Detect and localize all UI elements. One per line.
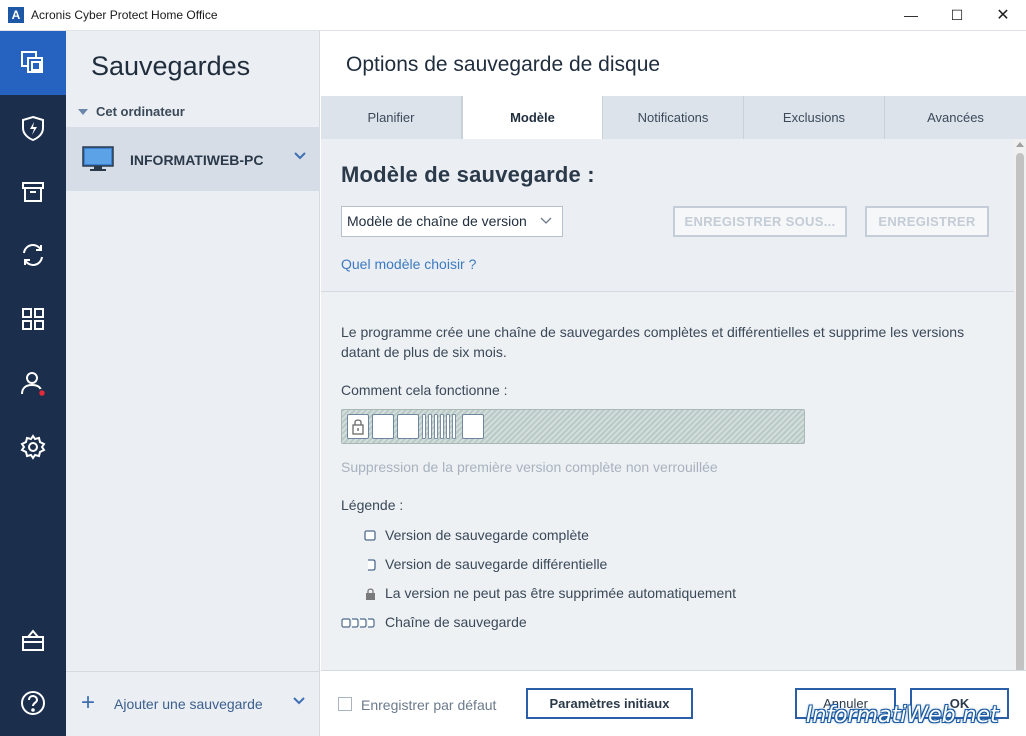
tools-grid-icon xyxy=(22,308,44,330)
save-as-default-checkbox[interactable] xyxy=(338,697,352,711)
scheme-selected-value: Modèle de chaîne de version xyxy=(347,213,527,229)
differential-version-block xyxy=(446,414,450,439)
full-version-icon xyxy=(364,530,376,541)
options-tabs: Planifier Modèle Notifications Exclusion… xyxy=(321,96,1026,139)
rail-item-tools[interactable] xyxy=(0,287,66,351)
vertical-scrollbar[interactable] xyxy=(1014,139,1026,673)
window-title: Acronis Cyber Protect Home Office xyxy=(31,8,218,22)
account-icon xyxy=(21,372,47,397)
section-this-computer[interactable]: Cet ordinateur xyxy=(78,104,185,119)
legend-item: Chaîne de sauvegarde xyxy=(341,613,901,633)
version-chain-diagram xyxy=(341,409,805,444)
collapse-triangle-icon xyxy=(78,108,88,115)
scheme-description: Le programme crée une chaîne de sauvegar… xyxy=(341,324,965,360)
differential-version-block xyxy=(440,414,444,439)
tab-exclusions[interactable]: Exclusions xyxy=(744,96,885,139)
legend-label: La version ne peut pas être supprimée au… xyxy=(385,585,736,601)
archive-icon xyxy=(22,182,44,202)
shield-bolt-icon xyxy=(22,115,44,142)
tab-content: Modèle de sauvegarde : Modèle de chaîne … xyxy=(321,139,1026,673)
settings-gear-icon xyxy=(20,434,46,460)
scroll-up-arrow-icon[interactable] xyxy=(1016,142,1024,147)
initial-settings-button[interactable]: Paramètres initiaux xyxy=(526,688,693,719)
differential-version-icon xyxy=(368,559,376,571)
differential-version-block xyxy=(422,414,426,439)
legend-title: Légende : xyxy=(341,497,404,513)
save-button[interactable]: ENREGISTRER xyxy=(865,206,989,237)
backup-item-machine[interactable]: INFORMATIWEB-PC xyxy=(66,127,320,191)
machine-name: INFORMATIWEB-PC xyxy=(130,152,264,168)
chevron-down-icon[interactable] xyxy=(294,151,306,161)
rail-item-account[interactable] xyxy=(0,351,66,415)
differential-version-block xyxy=(452,414,456,439)
backup-icon xyxy=(21,51,43,73)
title-bar: A Acronis Cyber Protect Home Office — ☐ … xyxy=(0,0,1026,31)
legend-item: La version ne peut pas être supprimée au… xyxy=(341,584,901,604)
store-bag-icon xyxy=(22,629,44,651)
rail-item-sync[interactable] xyxy=(0,223,66,287)
main-header: Options de sauvegarde de disque xyxy=(321,31,1026,96)
which-scheme-link[interactable]: Quel modèle choisir ? xyxy=(341,256,476,272)
scrollbar-thumb[interactable] xyxy=(1016,153,1024,673)
save-as-button[interactable]: ENREGISTRER SOUS... xyxy=(673,206,847,237)
site-watermark: InformatiWeb.net xyxy=(806,703,999,728)
maximize-button[interactable]: ☐ xyxy=(934,0,980,31)
chevron-down-icon[interactable] xyxy=(293,696,305,706)
scheme-dropdown[interactable]: Modèle de chaîne de version xyxy=(341,206,563,237)
lock-icon xyxy=(366,588,375,600)
rail-item-archive[interactable] xyxy=(0,160,66,224)
scheme-details: Le programme crée une chaîne de sauvegar… xyxy=(321,292,1014,670)
save-as-default-label[interactable]: Enregistrer par défaut xyxy=(361,697,496,713)
full-version-block xyxy=(462,414,484,439)
monitor-icon xyxy=(82,146,114,171)
locked-full-version-block xyxy=(347,414,369,439)
app-logo-icon: A xyxy=(8,7,24,23)
scheme-heading: Modèle de sauvegarde : xyxy=(341,162,595,187)
tab-planifier[interactable]: Planifier xyxy=(321,96,462,139)
lock-icon xyxy=(352,419,364,435)
legend-label: Version de sauvegarde différentielle xyxy=(385,556,608,572)
page-title: Options de sauvegarde de disque xyxy=(346,53,661,76)
full-version-block xyxy=(372,414,394,439)
differential-version-block xyxy=(428,414,432,439)
rail-item-settings[interactable] xyxy=(0,415,66,479)
rail-item-store[interactable] xyxy=(0,608,66,672)
section-label: Cet ordinateur xyxy=(96,104,185,119)
legend-label: Chaîne de sauvegarde xyxy=(385,614,527,630)
tab-modele[interactable]: Modèle xyxy=(462,96,603,139)
add-backup-button[interactable]: Ajouter une sauvegarde xyxy=(114,696,263,712)
navigation-rail xyxy=(0,31,66,736)
scheme-section: Modèle de sauvegarde : Modèle de chaîne … xyxy=(321,139,1014,292)
differential-version-block xyxy=(434,414,438,439)
chain-caption: Suppression de la première version compl… xyxy=(341,459,718,475)
legend-item: Version de sauvegarde différentielle xyxy=(341,555,901,575)
sync-icon xyxy=(23,244,43,266)
minimize-button[interactable]: — xyxy=(888,0,934,31)
backups-sidebar: Sauvegardes Cet ordinateur INFORMATIWEB-… xyxy=(66,31,320,736)
full-version-block xyxy=(397,414,419,439)
rail-item-protection[interactable] xyxy=(0,96,66,160)
chain-icon xyxy=(341,618,375,628)
rail-item-backup[interactable] xyxy=(0,31,66,95)
plus-icon[interactable]: + xyxy=(81,691,95,715)
help-icon xyxy=(21,691,45,715)
how-it-works-label: Comment cela fonctionne : xyxy=(341,382,508,398)
tab-avancees[interactable]: Avancées xyxy=(885,96,1026,139)
tab-notifications[interactable]: Notifications xyxy=(603,96,744,139)
close-button[interactable]: ✕ xyxy=(980,0,1026,31)
sidebar-title: Sauvegardes xyxy=(91,51,251,81)
legend-label: Version de sauvegarde complète xyxy=(385,527,589,543)
rail-item-help[interactable] xyxy=(0,671,66,735)
sidebar-footer: + Ajouter une sauvegarde xyxy=(66,671,320,736)
chevron-down-icon xyxy=(540,217,552,224)
legend-item: Version de sauvegarde complète xyxy=(341,526,901,546)
